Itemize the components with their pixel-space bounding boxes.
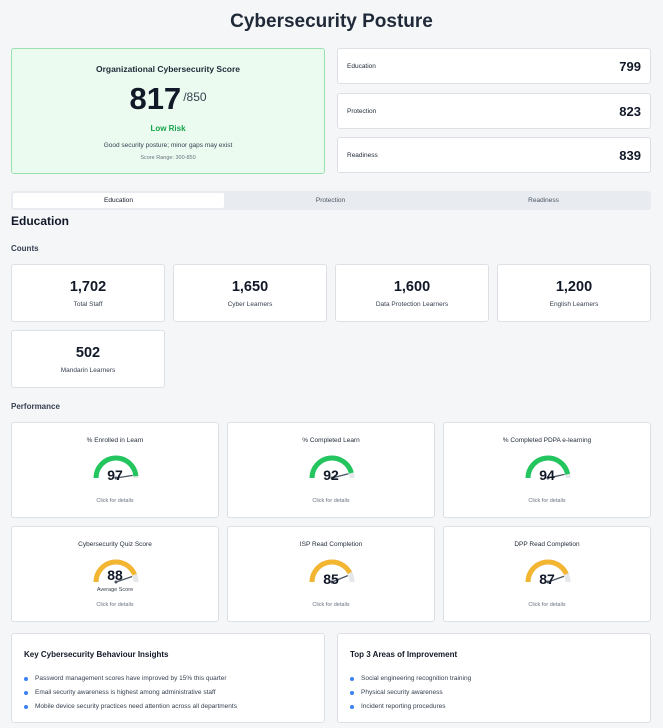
click-for-details-hint: Click for details <box>528 498 566 504</box>
gauge-card-dpp-read[interactable]: DPP Read Completion 87 Click for details <box>443 526 651 622</box>
gauge-value: 97 <box>107 467 123 483</box>
overall-score-max: /850 <box>183 90 207 104</box>
gauge-subtitle: Average Score <box>96 587 134 593</box>
insights-title: Key Cybersecurity Behaviour Insights <box>24 650 169 659</box>
metric-value: 839 <box>619 148 641 163</box>
metric-card-protection: Protection 823 <box>337 93 651 129</box>
gauge-title: % Completed PDPA e-learning <box>502 437 592 444</box>
list-item: Physical security awareness <box>350 688 471 702</box>
gauge-card-isp-read[interactable]: ISP Read Completion 85 Click for details <box>227 526 435 622</box>
count-value: 1,650 <box>231 279 269 295</box>
gauge-title: % Completed Learn <box>302 437 360 444</box>
bullet-icon <box>24 705 28 709</box>
list-item: Password management scores have improved… <box>24 674 237 688</box>
count-card-english-learners: 1,200 English Learners <box>497 264 651 322</box>
click-for-details-hint: Click for details <box>528 602 566 608</box>
count-value: 1,200 <box>555 279 593 295</box>
performance-title: Performance <box>11 402 60 411</box>
gauge-card-completed-pdpa[interactable]: % Completed PDPA e-learning 94 Click for… <box>443 422 651 518</box>
metric-value: 799 <box>619 59 641 74</box>
count-value: 1,600 <box>393 279 431 295</box>
gauge-value: 92 <box>323 467 339 483</box>
metric-label: Protection <box>347 108 377 115</box>
list-item: Mobile device security practices need at… <box>24 702 237 716</box>
improvement-text: Physical security awareness <box>361 689 443 696</box>
gauge-title: ISP Read Completion <box>299 541 363 548</box>
bullet-icon <box>350 691 354 695</box>
page-title: Cybersecurity Posture <box>230 11 433 32</box>
improvement-text: Incident reporting procedures <box>361 703 446 710</box>
count-card-total-staff: 1,702 Total Staff <box>11 264 165 322</box>
improvements-card: Top 3 Areas of Improvement Social engine… <box>337 633 651 723</box>
count-label: Mandarin Learners <box>60 367 116 374</box>
count-card-data-protection-learners: 1,600 Data Protection Learners <box>335 264 489 322</box>
metric-label: Readiness <box>347 152 378 159</box>
metric-value: 823 <box>619 104 641 119</box>
gauge-value: 87 <box>539 571 555 587</box>
bullet-icon <box>24 691 28 695</box>
overall-score-row: 817/850 <box>12 81 324 117</box>
bullet-icon <box>350 705 354 709</box>
gauge-value: 88 <box>107 567 123 583</box>
insight-text: Email security awareness is highest amon… <box>35 689 216 696</box>
section-title: Education <box>11 214 70 228</box>
count-label: English Learners <box>549 301 599 308</box>
score-description: Good security posture; minor gaps may ex… <box>103 142 233 149</box>
gauge-card-quiz-score[interactable]: Cybersecurity Quiz Score 88 Average Scor… <box>11 526 219 622</box>
metric-card-readiness: Readiness 839 <box>337 137 651 173</box>
count-label: Cyber Learners <box>227 301 273 308</box>
count-card-mandarin-learners: 502 Mandarin Learners <box>11 330 165 388</box>
gauge-value: 94 <box>539 467 555 483</box>
bullet-icon <box>24 677 28 681</box>
improvements-list: Social engineering recognition training … <box>350 674 471 716</box>
tab-bar: Education Protection Readiness <box>11 191 651 210</box>
insight-text: Mobile device security practices need at… <box>35 703 237 710</box>
insight-text: Password management scores have improved… <box>35 675 227 682</box>
score-range: Score Range: 300-850 <box>140 155 196 161</box>
click-for-details-hint: Click for details <box>96 498 134 504</box>
list-item: Incident reporting procedures <box>350 702 471 716</box>
counts-title: Counts <box>11 244 39 253</box>
gauge-card-completed-learn[interactable]: % Completed Learn 92 Click for details <box>227 422 435 518</box>
click-for-details-hint: Click for details <box>312 498 350 504</box>
overall-score-value: 817 <box>129 81 182 116</box>
gauge-title: Cybersecurity Quiz Score <box>78 541 152 548</box>
count-value: 1,702 <box>69 279 107 295</box>
gauge-value: 85 <box>323 571 339 587</box>
bullet-icon <box>350 677 354 681</box>
improvement-text: Social engineering recognition training <box>361 675 472 682</box>
list-item: Email security awareness is highest amon… <box>24 688 237 702</box>
insights-card: Key Cybersecurity Behaviour Insights Pas… <box>11 633 325 723</box>
click-for-details-hint: Click for details <box>312 602 350 608</box>
risk-level: Low Risk <box>150 124 186 133</box>
tab-protection[interactable]: Protection <box>225 193 436 208</box>
count-value: 502 <box>75 345 101 361</box>
click-for-details-hint: Click for details <box>96 602 134 608</box>
gauge-title: % Enrolled in Learn <box>86 437 144 444</box>
tab-education[interactable]: Education <box>13 193 224 208</box>
overall-score-card: Organizational Cybersecurity Score 817/8… <box>11 48 325 174</box>
count-label: Total Staff <box>73 301 103 308</box>
gauge-card-enrolled-learn[interactable]: % Enrolled in Learn 97 Click for details <box>11 422 219 518</box>
metric-label: Education <box>347 63 376 70</box>
metric-card-education: Education 799 <box>337 48 651 84</box>
tab-readiness[interactable]: Readiness <box>438 193 649 208</box>
gauge-title: DPP Read Completion <box>514 541 580 548</box>
insights-list: Password management scores have improved… <box>24 674 237 716</box>
improvements-title: Top 3 Areas of Improvement <box>350 650 458 659</box>
list-item: Social engineering recognition training <box>350 674 471 688</box>
overall-score-heading: Organizational Cybersecurity Score <box>95 64 241 74</box>
count-card-cyber-learners: 1,650 Cyber Learners <box>173 264 327 322</box>
count-label: Data Protection Learners <box>375 301 449 308</box>
